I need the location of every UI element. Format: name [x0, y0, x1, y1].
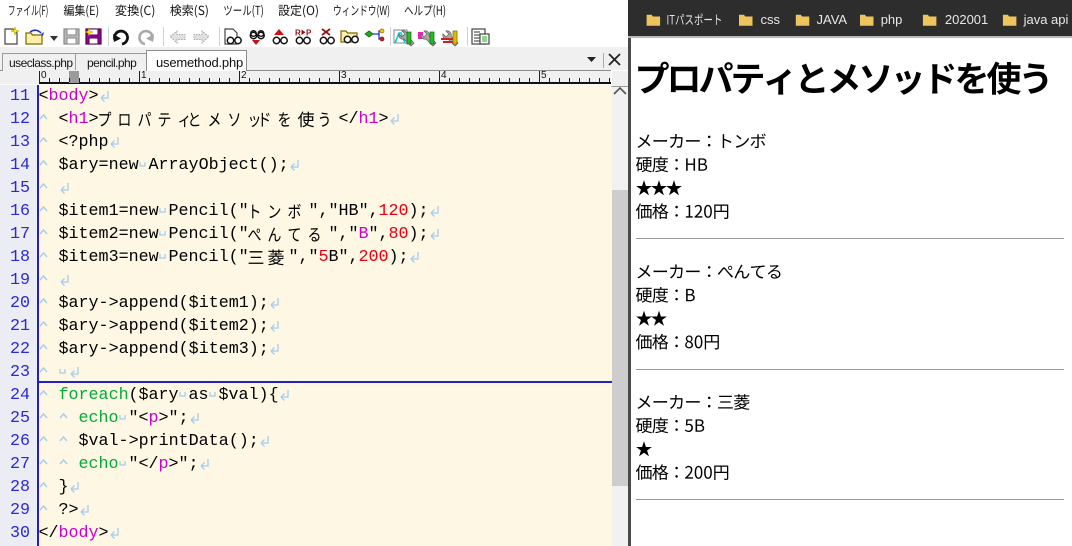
svg-text:P: P [306, 29, 312, 38]
svg-text:R: R [295, 29, 301, 38]
